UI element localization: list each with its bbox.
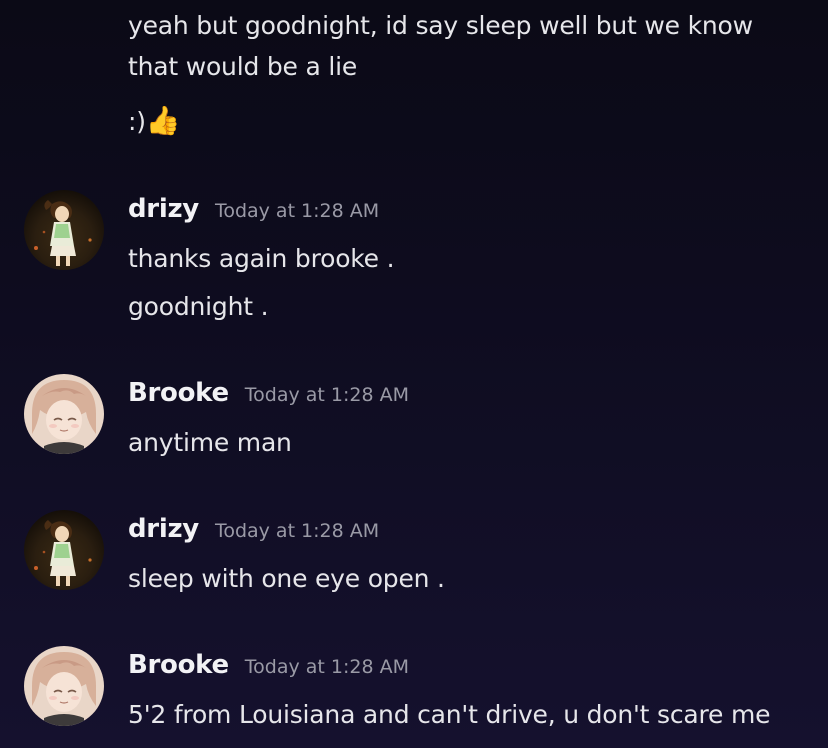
message-text: that would be a lie — [128, 52, 358, 81]
avatar[interactable] — [24, 510, 104, 590]
message-text: :)👍 — [128, 102, 181, 142]
anime-girl-dark-avatar — [24, 190, 104, 270]
username[interactable]: drizy — [128, 514, 199, 544]
message-text: sleep with one eye open . — [128, 564, 445, 593]
timestamp[interactable]: Today at 1:28 AM — [245, 656, 409, 678]
message-header: Brooke Today at 1:28 AM — [128, 378, 409, 418]
message-header: drizy Today at 1:28 AM — [128, 514, 379, 554]
avatar[interactable] — [24, 374, 104, 454]
message-header: Brooke Today at 1:28 AM — [128, 650, 409, 690]
message-text: 5'2 from Louisiana and can't drive, u do… — [128, 700, 771, 729]
thumbs-up-icon: 👍 — [145, 104, 181, 137]
chat-message-list: yeah but goodnight, id say sleep well bu… — [0, 0, 828, 748]
message-header: drizy Today at 1:28 AM — [128, 194, 379, 234]
anime-girl-dark-avatar — [24, 510, 104, 590]
message-text: anytime man — [128, 428, 292, 457]
avatar[interactable] — [24, 190, 104, 270]
username[interactable]: Brooke — [128, 650, 229, 680]
anime-boy-pink-avatar — [24, 374, 104, 454]
avatar[interactable] — [24, 646, 104, 726]
message-text: thanks again brooke . — [128, 244, 395, 273]
message-text: goodnight . — [128, 292, 269, 321]
timestamp[interactable]: Today at 1:28 AM — [215, 520, 379, 542]
username[interactable]: drizy — [128, 194, 199, 224]
timestamp[interactable]: Today at 1:28 AM — [245, 384, 409, 406]
message-text-fragment: :) — [128, 107, 146, 136]
message-text: yeah but goodnight, id say sleep well bu… — [128, 11, 753, 40]
timestamp[interactable]: Today at 1:28 AM — [215, 200, 379, 222]
username[interactable]: Brooke — [128, 378, 229, 408]
anime-boy-pink-avatar — [24, 646, 104, 726]
